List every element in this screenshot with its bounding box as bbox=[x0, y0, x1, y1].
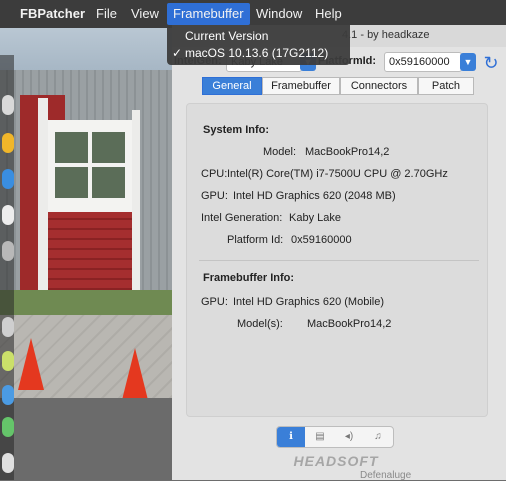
intel-generation-label: Intel Generation: bbox=[201, 212, 283, 224]
traffic-cone bbox=[122, 348, 148, 400]
dock-app-icon[interactable] bbox=[2, 417, 14, 437]
dock-app-icon[interactable] bbox=[2, 169, 14, 189]
menu-framebuffer[interactable]: Framebuffer bbox=[167, 3, 250, 25]
white-post bbox=[132, 110, 140, 300]
chevron-down-icon[interactable]: ▼ bbox=[460, 53, 476, 71]
speaker-icon[interactable]: ◂) bbox=[335, 427, 363, 447]
gpu-value: Intel HD Graphics 620 (2048 MB) bbox=[233, 190, 396, 202]
fb-models-label: Model(s): bbox=[237, 318, 283, 330]
ground-left bbox=[0, 398, 200, 480]
headsoft-logo: HEADSOFT bbox=[293, 453, 379, 469]
dock-app-icon[interactable] bbox=[2, 453, 14, 473]
dock-app-icon[interactable] bbox=[2, 133, 14, 153]
dock-app-icon[interactable] bbox=[2, 95, 14, 115]
tab-bar: General Framebuffer Connectors Patch bbox=[202, 77, 474, 95]
tab-framebuffer[interactable]: Framebuffer bbox=[262, 77, 340, 95]
tab-connectors[interactable]: Connectors bbox=[340, 77, 418, 95]
fb-gpu-value: Intel HD Graphics 620 (Mobile) bbox=[233, 296, 385, 308]
platform-id-label: Platform Id: bbox=[227, 234, 284, 246]
model-value: MacBookPro14,2 bbox=[305, 146, 390, 158]
framebuffer-menu: Current Version ✓ macOS 10.13.6 (17G2112… bbox=[167, 25, 350, 65]
menu-item-macos-version[interactable]: macOS 10.13.6 (17G2112) bbox=[185, 46, 328, 60]
checkmark-icon: ✓ bbox=[172, 46, 183, 60]
refresh-icon[interactable]: ↻ bbox=[480, 52, 502, 74]
music-icon[interactable]: ♫ bbox=[364, 427, 392, 447]
tab-patch[interactable]: Patch bbox=[418, 77, 474, 95]
menu-bar: FBPatcher File View Framebuffer Window H… bbox=[0, 0, 506, 28]
background-label: Defenaluge bbox=[360, 470, 412, 481]
section-divider bbox=[199, 260, 479, 261]
dock bbox=[0, 55, 14, 480]
menu-view[interactable]: View bbox=[131, 7, 159, 21]
window-title: 4.1 - by headkaze bbox=[342, 29, 430, 41]
list-icon[interactable]: ▤ bbox=[306, 427, 334, 447]
window-transom bbox=[55, 163, 125, 167]
view-segmented-control: ℹ ▤ ◂) ♫ bbox=[276, 426, 394, 448]
traffic-cone bbox=[18, 338, 44, 390]
fb-models-value: MacBookPro14,2 bbox=[307, 318, 392, 330]
menu-file[interactable]: File bbox=[96, 7, 117, 21]
dock-app-icon[interactable] bbox=[2, 241, 14, 261]
platform-id-value: 0x59160000 bbox=[291, 234, 352, 246]
system-info-title: System Info: bbox=[203, 124, 270, 136]
menu-help[interactable]: Help bbox=[315, 7, 342, 21]
model-label: Model: bbox=[263, 146, 297, 158]
menu-header-current-version: Current Version bbox=[185, 29, 269, 43]
fb-gpu-label: GPU: bbox=[201, 296, 228, 308]
info-icon[interactable]: ℹ bbox=[277, 427, 305, 447]
app-window: 4.1 - by headkaze IntelGen: Kaby Lake ▼ … bbox=[172, 25, 506, 480]
platformid-value: 0x59160000 bbox=[389, 56, 450, 68]
dock-app-icon[interactable] bbox=[2, 385, 14, 405]
general-panel: System Info: Model: MacBookPro14,2 CPU: … bbox=[186, 103, 488, 417]
dock-app-icon[interactable] bbox=[2, 317, 14, 337]
cpu-value: Intel(R) Core(TM) i7-7500U CPU @ 2.70GHz bbox=[227, 168, 448, 180]
dock-app-icon[interactable] bbox=[2, 351, 14, 371]
red-wall bbox=[48, 210, 134, 290]
white-post bbox=[38, 98, 48, 298]
platformid-select[interactable]: 0x59160000 bbox=[384, 52, 462, 72]
intel-generation-value: Kaby Lake bbox=[289, 212, 341, 224]
dock-app-icon[interactable] bbox=[2, 205, 14, 225]
framebuffer-info-title: Framebuffer Info: bbox=[203, 272, 295, 284]
tab-general[interactable]: General bbox=[202, 77, 262, 95]
menu-window[interactable]: Window bbox=[256, 7, 302, 21]
menu-app-name[interactable]: FBPatcher bbox=[20, 7, 85, 21]
gpu-label: GPU: bbox=[201, 190, 228, 202]
cpu-label: CPU: bbox=[201, 168, 228, 180]
